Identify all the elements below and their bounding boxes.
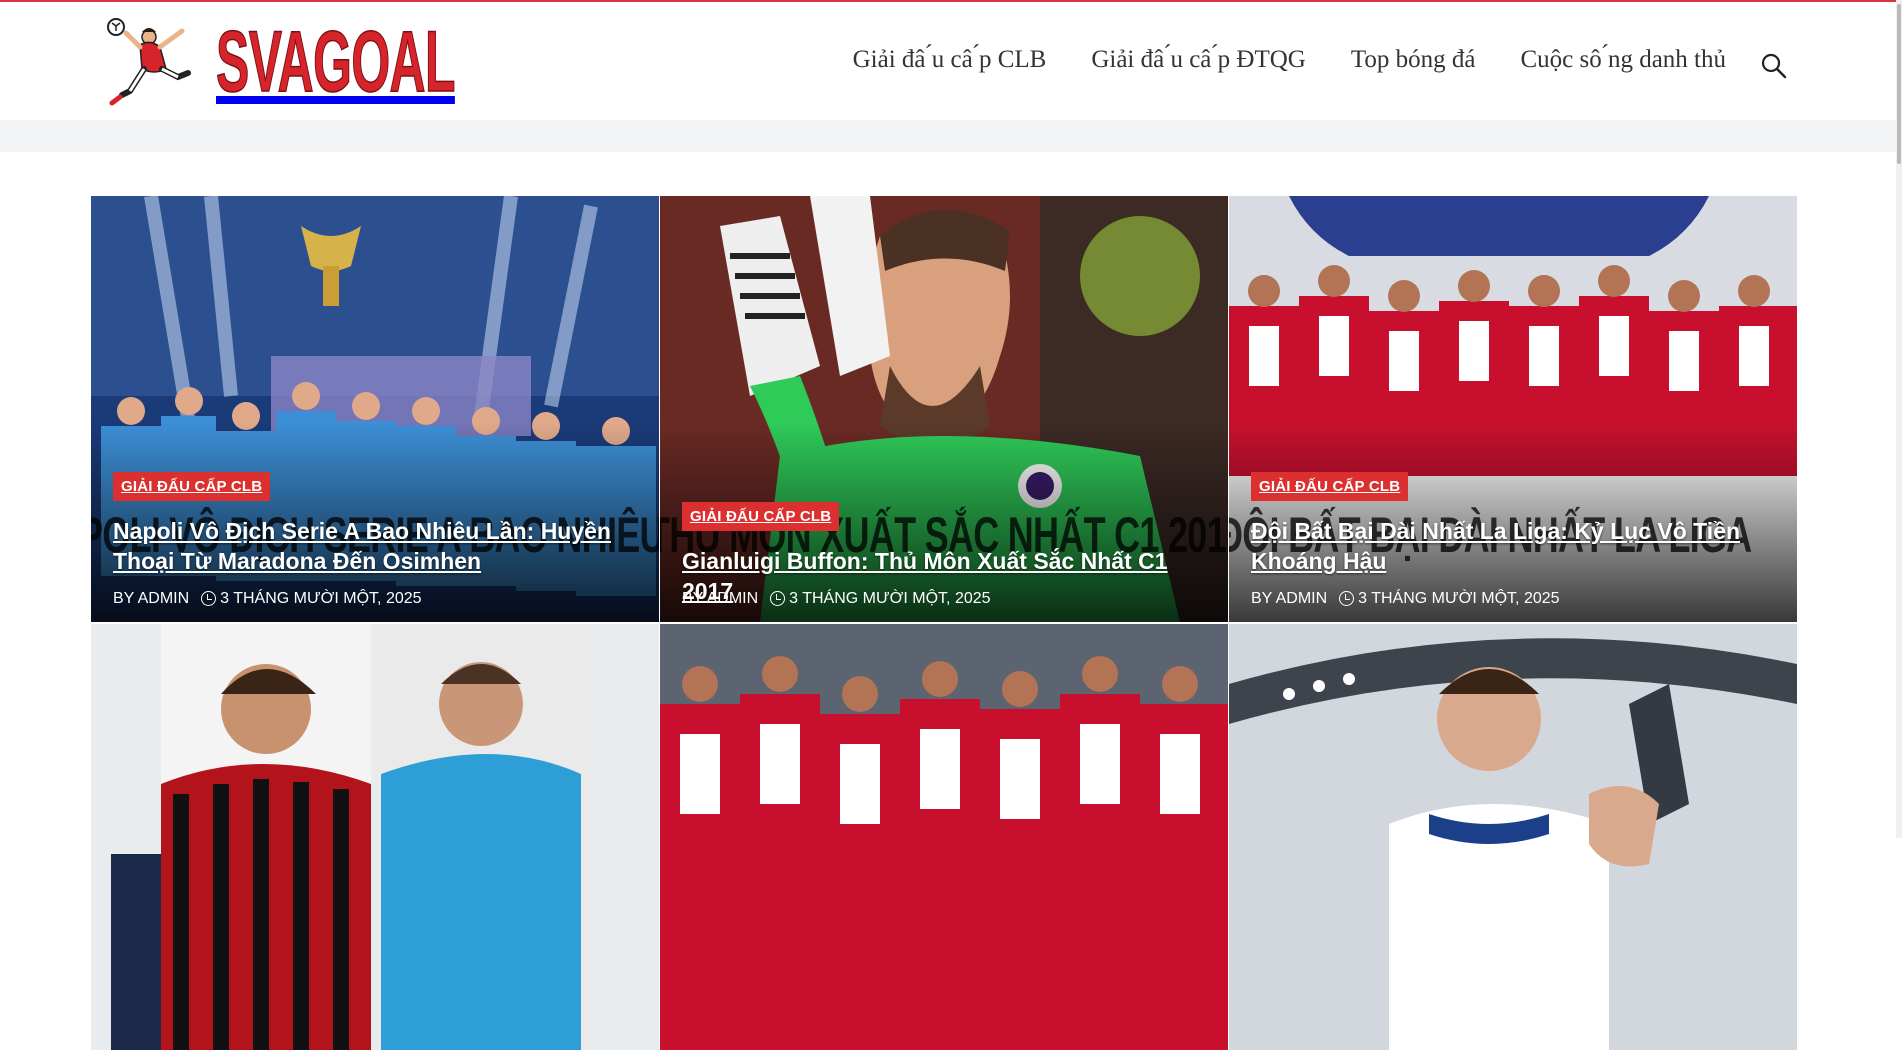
site-header: SVAGOAL Giải đâ ́u câ ́p CLB Giải đâ ́u … (0, 2, 1902, 120)
post-thumbnail (1229, 624, 1797, 1050)
post-date-wrap: 3 THÁNG MƯỜI MỘT, 2025 (201, 590, 422, 608)
nav-item-player-life[interactable]: Cuộc sô ́ng danh thủ (1520, 46, 1726, 74)
header-spacer-band (0, 120, 1902, 152)
nav-item-club-tournaments[interactable]: Giải đâ ́u câ ́p CLB (853, 46, 1047, 74)
site-logo[interactable]: SVAGOAL (104, 12, 628, 112)
post-author[interactable]: BY ADMIN (113, 590, 189, 608)
post-date: 3 THÁNG MƯỜI MỘT, 2025 (220, 590, 422, 607)
post-title[interactable]: Đội Bất Bại Dài Nhất La Liga: Kỷ Lục Vô … (1251, 516, 1777, 576)
post-card[interactable] (1229, 624, 1797, 1050)
post-card[interactable]: POLI VÔ ĐỊCH SERIE A BAO NHIÊU LẦN GIẢI … (91, 196, 659, 622)
post-meta: BY ADMIN 3 THÁNG MƯỜI MỘT, 2025 (113, 590, 422, 608)
scrollbar-thumb[interactable] (1897, 4, 1901, 164)
post-card[interactable] (660, 624, 1228, 1050)
clock-icon (201, 591, 217, 607)
footballer-logo-icon (107, 18, 191, 106)
post-date-wrap: 3 THÁNG MƯỜI MỘT, 2025 (1339, 590, 1560, 608)
category-badge[interactable]: GIẢI ĐẤU CẤP CLB (682, 502, 840, 531)
post-card[interactable]: THỦ MÔN XUẤT SẮC NHẤT C1 2017 GIẢI ĐẤU C… (660, 196, 1228, 622)
category-badge[interactable]: GIẢI ĐẤU CẤP CLB (1251, 472, 1409, 501)
search-icon[interactable] (1760, 52, 1788, 80)
page-scrollbar[interactable] (1896, 0, 1902, 838)
post-card[interactable]: ĐỘI BẤT BẠI DÀI NHẤT LA LIGA GIẢI ĐẤU CẤ… (1229, 196, 1797, 622)
post-date: 3 THÁNG MƯỜI MỘT, 2025 (1358, 590, 1560, 607)
nav-item-top-football[interactable]: Top bóng đá (1351, 46, 1476, 74)
post-card[interactable] (91, 624, 659, 1050)
post-thumbnail (91, 624, 659, 1050)
clock-icon (1339, 591, 1355, 607)
nav-item-national-tournaments[interactable]: Giải đâ ́u câ ́p ĐTQG (1091, 46, 1306, 74)
clock-icon (770, 591, 786, 607)
category-badge[interactable]: GIẢI ĐẤU CẤP CLB (113, 472, 271, 501)
post-author[interactable]: BY ADMIN (682, 590, 758, 608)
post-meta: BY ADMIN 3 THÁNG MƯỜI MỘT, 2025 (682, 590, 991, 608)
post-meta: BY ADMIN 3 THÁNG MƯỜI MỘT, 2025 (1251, 590, 1560, 608)
post-title[interactable]: Napoli Vô Địch Serie A Bao Nhiêu Lần: Hu… (113, 516, 639, 576)
post-date-wrap: 3 THÁNG MƯỜI MỘT, 2025 (770, 590, 991, 608)
post-date: 3 THÁNG MƯỜI MỘT, 2025 (789, 590, 991, 607)
post-thumbnail (660, 624, 1228, 1050)
main-nav: Giải đâ ́u câ ́p CLB Giải đâ ́u câ ́p ĐT… (853, 46, 1726, 74)
brand-name: SVAGOAL (216, 14, 456, 110)
post-author[interactable]: BY ADMIN (1251, 590, 1327, 608)
